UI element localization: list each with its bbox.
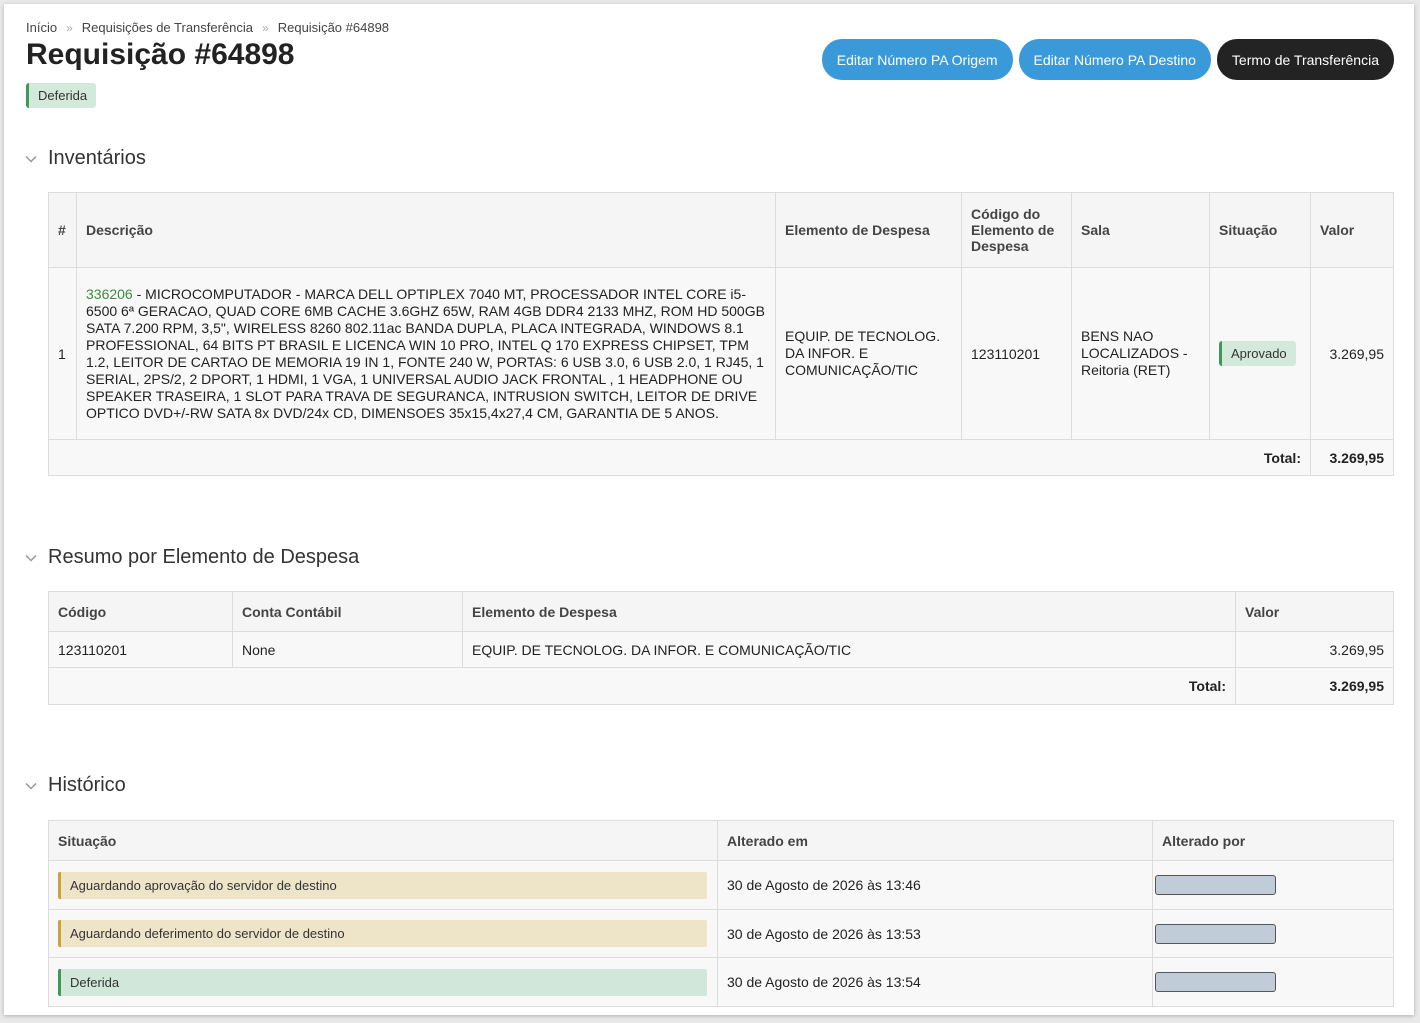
column-header: Descrição (76, 192, 776, 268)
column-header: Valor (1310, 192, 1394, 268)
table-row: Aguardando aprovação do servidor de dest… (48, 860, 1394, 910)
breadcrumb-home[interactable]: Início (26, 20, 57, 35)
resumo-valor: 3.269,95 (1235, 631, 1394, 668)
chevron-down-icon (25, 554, 37, 562)
table-row: Deferida 30 de Agosto de 2026 às 13:54 (48, 957, 1394, 1007)
breadcrumb-requisicoes[interactable]: Requisições de Transferência (82, 20, 253, 35)
item-description: 336206 - MICROCOMPUTADOR - MARCA DELL OP… (76, 267, 776, 440)
situacao-badge: Aprovado (1219, 341, 1296, 366)
edit-destination-pa-button[interactable]: Editar Número PA Destino (1018, 39, 1211, 80)
resumo-table: Código Conta Contábil Elemento de Despes… (48, 591, 1394, 705)
section-resumo-title: Resumo por Elemento de Despesa (48, 546, 360, 568)
breadcrumb-separator-icon: » (262, 20, 269, 35)
table-row: Aguardando deferimento do servidor de de… (48, 909, 1394, 958)
table-header-row: Código Conta Contábil Elemento de Despes… (48, 591, 1394, 632)
item-codigo-elemento: 123110201 (961, 267, 1072, 440)
item-code-link[interactable]: 336206 (86, 286, 133, 302)
section-resumo-toggle[interactable]: Resumo por Elemento de Despesa (24, 546, 359, 569)
item-valor: 3.269,95 (1310, 267, 1394, 440)
situacao-badge: Aguardando deferimento do servidor de de… (58, 920, 707, 947)
breadcrumb: Início » Requisições de Transferência » … (26, 20, 389, 35)
item-elemento: EQUIP. DE TECNOLOG. DA INFOR. E COMUNICA… (775, 267, 962, 440)
column-header: Alterado em (717, 820, 1153, 861)
historico-alterado-por (1152, 909, 1394, 958)
action-buttons: Editar Número PA Origem Editar Número PA… (821, 39, 1394, 80)
column-header: Elemento de Despesa (462, 591, 1236, 632)
inventarios-table: # Descrição Elemento de Despesa Código d… (48, 192, 1394, 476)
historico-situacao: Deferida (48, 957, 718, 1007)
row-index: 1 (48, 267, 77, 440)
page: Início » Requisições de Transferência » … (4, 4, 1414, 1015)
historico-alterado-em: 30 de Agosto de 2026 às 13:53 (717, 909, 1153, 958)
total-label: Total: (48, 439, 1311, 476)
total-value: 3.269,95 (1310, 439, 1394, 476)
historico-alterado-por (1152, 860, 1394, 910)
section-inventarios-title: Inventários (48, 147, 146, 169)
column-header: Conta Contábil (232, 591, 463, 632)
historico-alterado-em: 30 de Agosto de 2026 às 13:54 (717, 957, 1153, 1007)
column-header: Situação (1209, 192, 1311, 268)
column-header: Código do Elemento de Despesa (961, 192, 1072, 268)
item-sala: BENS NAO LOCALIZADOS - Reitoria (RET) (1071, 267, 1210, 440)
column-header: Código (48, 591, 233, 632)
chevron-down-icon (25, 155, 37, 163)
table-row: 123110201 None EQUIP. DE TECNOLOG. DA IN… (48, 631, 1394, 668)
edit-origin-pa-button[interactable]: Editar Número PA Origem (821, 39, 1013, 80)
breadcrumb-separator-icon: » (66, 20, 73, 35)
page-title: Requisição #64898 (26, 38, 295, 71)
column-header: Valor (1235, 591, 1394, 632)
section-historico-toggle[interactable]: Histórico (24, 774, 126, 797)
column-header: # (48, 192, 77, 268)
resumo-elemento: EQUIP. DE TECNOLOG. DA INFOR. E COMUNICA… (462, 631, 1236, 668)
column-header: Alterado por (1152, 820, 1394, 861)
item-situacao: Aprovado (1209, 267, 1311, 440)
section-inventarios-toggle[interactable]: Inventários (24, 147, 146, 170)
resumo-conta: None (232, 631, 463, 668)
redacted-user (1155, 972, 1276, 992)
historico-table: Situação Alterado em Alterado por Aguard… (48, 820, 1394, 1007)
transfer-term-button[interactable]: Termo de Transferência (1216, 39, 1394, 80)
historico-alterado-por (1152, 957, 1394, 1007)
column-header: Situação (48, 820, 718, 861)
column-header: Elemento de Despesa (775, 192, 962, 268)
situacao-badge: Aguardando aprovação do servidor de dest… (58, 871, 707, 899)
resumo-codigo: 123110201 (48, 631, 233, 668)
chevron-down-icon (25, 782, 37, 790)
table-header-row: # Descrição Elemento de Despesa Código d… (48, 192, 1394, 268)
item-description-text: - MICROCOMPUTADOR - MARCA DELL OPTIPLEX … (86, 285, 765, 421)
column-header: Sala (1071, 192, 1210, 268)
total-label: Total: (48, 667, 1236, 705)
historico-alterado-em: 30 de Agosto de 2026 às 13:46 (717, 860, 1153, 910)
table-header-row: Situação Alterado em Alterado por (48, 820, 1394, 861)
situacao-badge: Deferida (58, 968, 707, 996)
table-row: 1 336206 - MICROCOMPUTADOR - MARCA DELL … (48, 267, 1394, 440)
historico-situacao: Aguardando deferimento do servidor de de… (48, 909, 718, 958)
total-row: Total: 3.269,95 (48, 667, 1394, 705)
status-badge: Deferida (26, 83, 97, 108)
total-row: Total: 3.269,95 (48, 439, 1394, 476)
section-historico-title: Histórico (48, 774, 126, 796)
historico-situacao: Aguardando aprovação do servidor de dest… (48, 860, 718, 910)
total-value: 3.269,95 (1235, 667, 1394, 705)
breadcrumb-current: Requisição #64898 (277, 20, 390, 35)
redacted-user (1155, 875, 1276, 895)
redacted-user (1155, 923, 1276, 944)
